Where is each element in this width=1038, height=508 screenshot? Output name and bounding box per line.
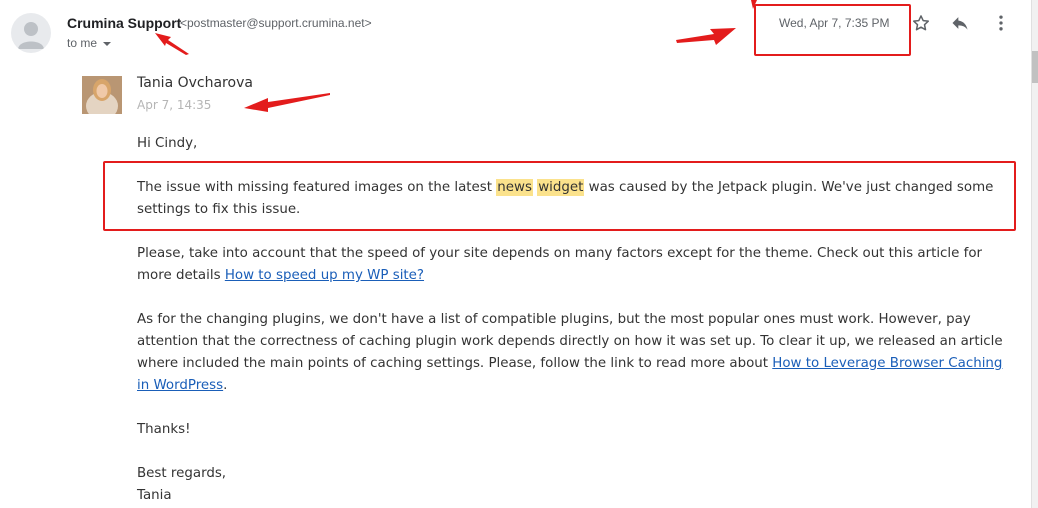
greeting-text: Hi Cindy,	[137, 136, 198, 151]
annotation-arrow	[155, 33, 189, 55]
author-name: Tania Ovcharova	[137, 75, 253, 91]
speed-paragraph: Please, take into account that the speed…	[137, 246, 983, 283]
highlighted-word: widget	[537, 179, 585, 196]
recipient-details-toggle[interactable]: to me	[67, 36, 112, 50]
annotation-arrow	[244, 93, 330, 112]
thanks-text: Thanks!	[137, 422, 191, 437]
issue-paragraph: The issue with missing featured images o…	[137, 179, 994, 217]
highlighted-word: news	[496, 179, 533, 196]
sender-email: <postmaster@support.crumina.net>	[180, 16, 372, 30]
author-date: Apr 7, 14:35	[137, 98, 212, 112]
author-avatar	[82, 76, 122, 114]
annotation-box-date	[754, 4, 911, 56]
scrollbar-thumb[interactable]	[1032, 51, 1038, 83]
star-icon	[913, 15, 929, 31]
sender-name[interactable]: Crumina Support	[67, 15, 181, 31]
star-button[interactable]	[908, 10, 934, 36]
plugins-paragraph: As for the changing plugins, we don't ha…	[137, 312, 1003, 393]
signature-text: Tania	[137, 488, 172, 503]
more-vert-icon	[999, 15, 1003, 31]
reply-button[interactable]	[947, 10, 973, 36]
annotation-arrow	[676, 28, 736, 45]
chevron-down-icon	[103, 41, 112, 46]
annotation-arrow	[751, 0, 757, 9]
speed-article-link[interactable]: How to speed up my WP site?	[225, 268, 424, 283]
scrollbar[interactable]	[1031, 0, 1038, 508]
recipient-label: to me	[67, 36, 98, 50]
person-icon	[18, 22, 44, 49]
regards-text: Best regards,	[137, 466, 227, 481]
more-options-button[interactable]	[988, 10, 1014, 36]
sender-avatar[interactable]	[11, 13, 51, 53]
reply-icon	[952, 17, 968, 30]
message-date: Wed, Apr 7, 7:35 PM	[779, 16, 890, 30]
